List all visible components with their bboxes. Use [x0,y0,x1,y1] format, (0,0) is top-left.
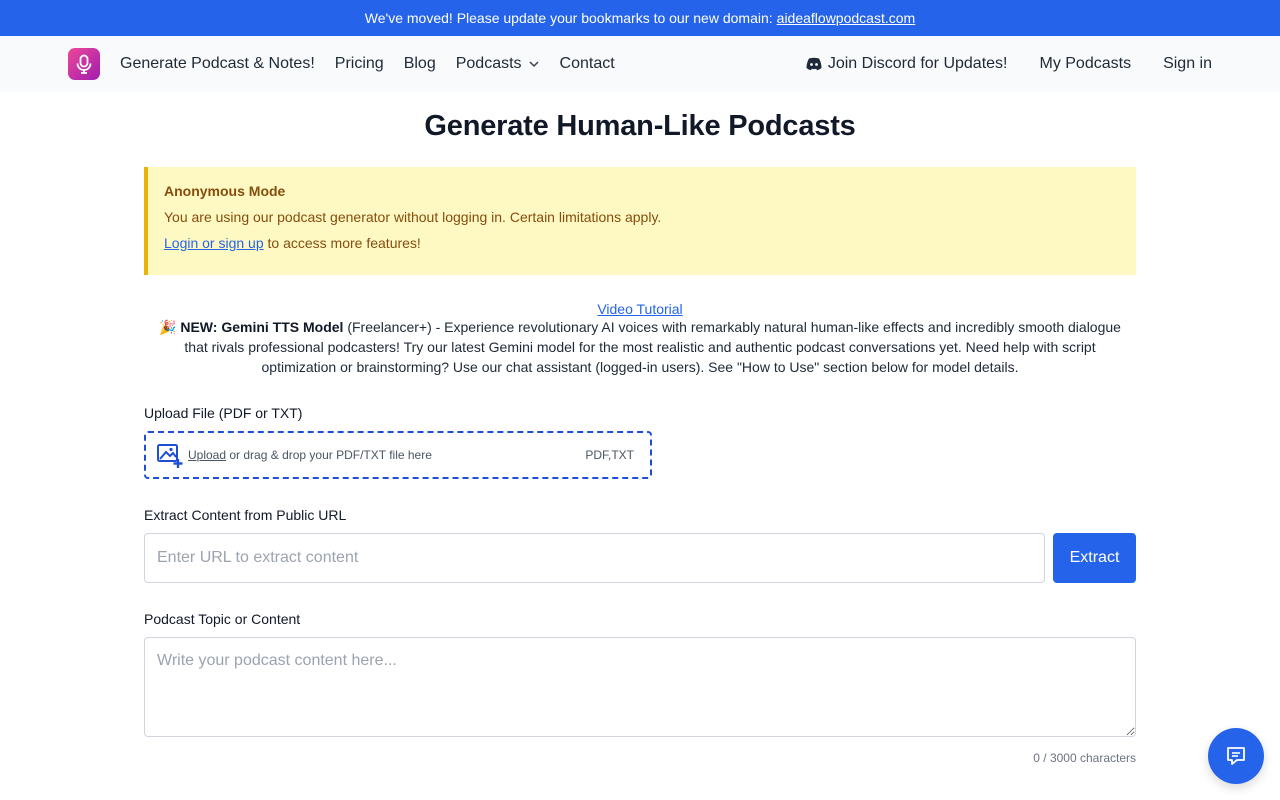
page-title: Generate Human-Like Podcasts [424,110,856,142]
file-dropzone[interactable]: Upload or drag & drop your PDF/TXT file … [144,431,652,479]
banner-text: We've moved! Please update your bookmark… [364,10,773,26]
new-domain-link[interactable]: aideaflowpodcast.com [777,10,916,26]
discord-link[interactable]: Join Discord for Updates! [806,55,1008,73]
nav-contact[interactable]: Contact [560,55,615,73]
image-add-icon [156,441,184,469]
chat-assistant-button[interactable] [1208,728,1264,784]
alert-title: Anonymous Mode [164,183,286,199]
podcast-content-textarea[interactable] [144,637,1136,737]
app-logo[interactable] [68,48,100,80]
url-row: Extract [144,533,1136,583]
nav-blog[interactable]: Blog [404,55,436,73]
nav-generate-podcast[interactable]: Generate Podcast & Notes! [120,55,315,73]
chat-bubble-icon [1227,747,1245,765]
login-signup-link[interactable]: Login or sign up [164,235,264,251]
nav-pricing[interactable]: Pricing [335,55,384,73]
upload-file-types: PDF,TXT [585,448,634,462]
party-icon: 🎉 [159,319,177,335]
gemini-announcement: 🎉 NEW: Gemini TTS Model (Freelancer+) - … [144,317,1136,377]
upload-hint: or drag & drop your PDF/TXT file here [229,448,432,462]
upload-label: Upload File (PDF or TXT) [144,405,303,421]
top-navbar: Generate Podcast & Notes! Pricing Blog P… [0,36,1280,92]
announcement-bold: NEW: Gemini TTS Model [180,319,344,335]
url-label: Extract Content from Public URL [144,507,347,523]
chevron-down-icon [529,61,539,68]
tutorial-row: Video Tutorial [144,301,1136,317]
announcement-banner: We've moved! Please update your bookmark… [0,0,1280,36]
url-input[interactable] [144,533,1045,583]
anonymous-mode-alert: Anonymous Mode You are using our podcast… [144,167,1136,275]
alert-message: You are using our podcast generator with… [164,209,662,225]
microphone-icon [76,54,92,74]
nav-podcasts-label: Podcasts [455,55,522,72]
main-content: Generate Human-Like Podcasts Anonymous M… [144,110,1136,765]
discord-icon [806,57,822,71]
nav-sign-in[interactable]: Sign in [1163,55,1212,73]
character-counter: 0 / 3000 characters [1033,751,1136,765]
discord-label: Join Discord for Updates! [827,55,1008,72]
video-tutorial-link[interactable]: Video Tutorial [597,301,682,317]
alert-login-line: Login or sign up to access more features… [164,235,1120,251]
extract-button[interactable]: Extract [1053,533,1136,583]
upload-link[interactable]: Upload [188,448,226,462]
alert-link-suffix: to access more features! [267,235,421,251]
nav-my-podcasts[interactable]: My Podcasts [1039,55,1131,73]
nav-podcasts-dropdown[interactable]: Podcasts [456,55,540,73]
content-label: Podcast Topic or Content [144,611,301,627]
